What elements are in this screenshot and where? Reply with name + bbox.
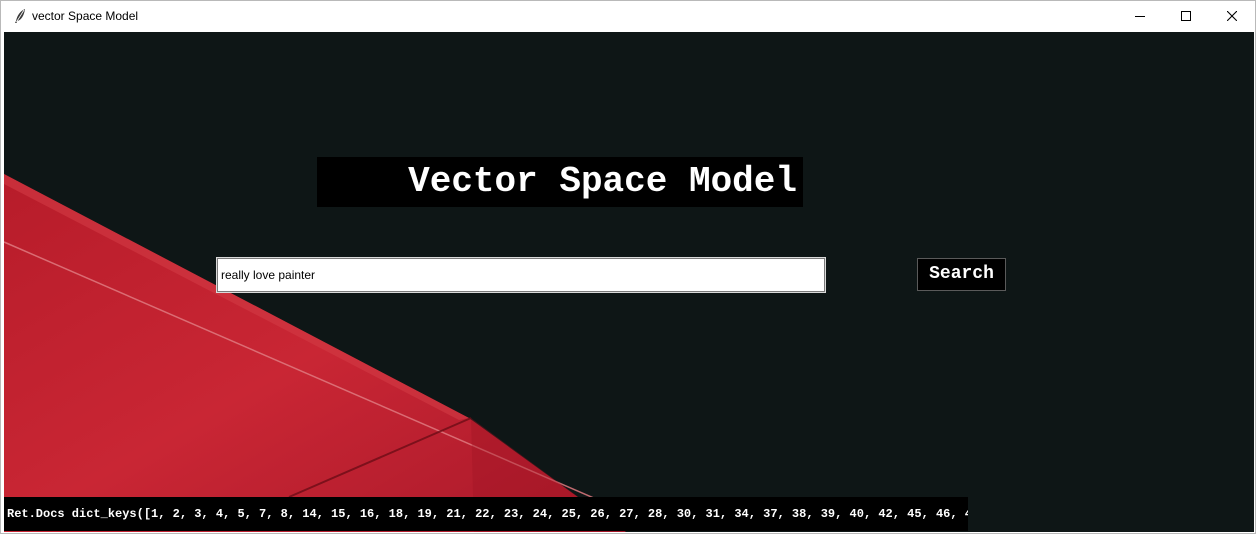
maximize-button[interactable]	[1163, 1, 1209, 31]
app-canvas: Vector Space Model Search Ret.Docs dict_…	[4, 32, 1254, 532]
minimize-icon	[1135, 16, 1145, 17]
search-input[interactable]	[216, 257, 826, 293]
app-window: vector Space Model Vector Space Model re…	[0, 0, 1256, 534]
search-button[interactable]: Search	[917, 258, 1006, 291]
close-icon	[1227, 11, 1237, 21]
minimize-button[interactable]	[1117, 1, 1163, 31]
page-title: Vector Space Model	[317, 157, 803, 207]
maximize-icon	[1181, 11, 1191, 21]
feather-icon	[15, 9, 25, 23]
close-button[interactable]	[1209, 1, 1255, 31]
window-title: vector Space Model	[32, 9, 139, 23]
results-label: Ret.Docs dict_keys([1, 2, 3, 4, 5, 7, 8,…	[4, 497, 968, 531]
title-bar[interactable]: vector Space Model	[1, 1, 1255, 31]
